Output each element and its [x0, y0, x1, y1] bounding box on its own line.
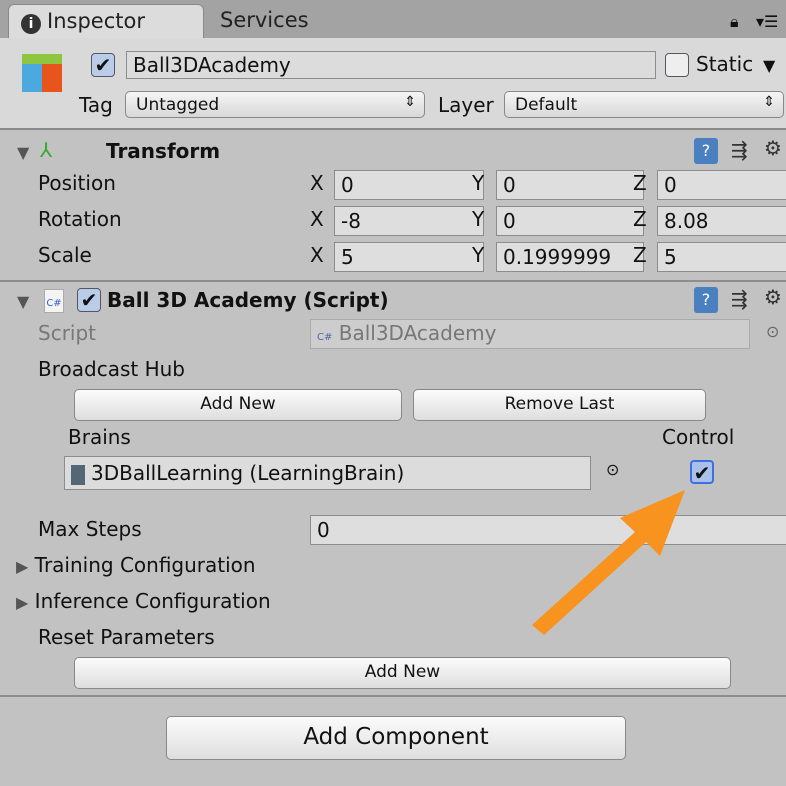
foldout-arrow-icon: ▶: [16, 593, 29, 612]
axis-label-y: Y: [472, 243, 485, 267]
inference-config-label: Inference Configuration: [34, 589, 271, 613]
static-dropdown-icon[interactable]: ▼: [763, 56, 775, 75]
tag-label: Tag: [79, 93, 113, 117]
transform-title: Transform: [106, 139, 221, 163]
tab-services[interactable]: Services: [208, 4, 321, 38]
help-icon[interactable]: ?: [694, 138, 718, 164]
foldout-arrow-icon: ▶: [16, 557, 29, 576]
tab-inspector[interactable]: i Inspector: [8, 4, 204, 38]
active-checkbox[interactable]: ✔: [91, 53, 115, 77]
reset-parameters-label: Reset Parameters: [38, 625, 215, 649]
info-icon: i: [21, 14, 41, 34]
transform-row-label: Scale: [38, 243, 92, 267]
transform-foldout[interactable]: ▼: [17, 143, 29, 162]
x-field[interactable]: -8: [334, 206, 484, 236]
academy-title: Ball 3D Academy (Script): [107, 288, 389, 312]
divider: [0, 695, 786, 697]
static-checkbox[interactable]: [665, 53, 689, 77]
training-config-foldout[interactable]: ▶ Training Configuration: [16, 553, 256, 577]
menu-icon[interactable]: ▾☰: [756, 12, 778, 31]
object-picker-icon[interactable]: ⊙: [766, 322, 779, 341]
transform-row-label: Rotation: [38, 207, 122, 231]
max-steps-label: Max Steps: [38, 517, 142, 541]
script-label: Script: [38, 321, 97, 345]
transform-row-label: Position: [38, 171, 116, 195]
layer-value: Default: [515, 95, 578, 115]
tab-bar: i Inspector Services 🔒︎ ▾☰: [0, 0, 786, 38]
updown-icon: ⇕: [404, 94, 416, 110]
control-checkbox[interactable]: ✔: [690, 460, 714, 484]
axis-label-y: Y: [472, 207, 485, 231]
axis-label-x: X: [310, 207, 324, 231]
csharp-icon: C#: [317, 332, 333, 343]
broadcast-hub-label: Broadcast Hub: [38, 357, 185, 381]
lock-icon[interactable]: 🔒︎: [730, 12, 739, 32]
z-field[interactable]: 8.08: [657, 206, 786, 236]
z-field[interactable]: 0: [657, 170, 786, 200]
brain-value: 3DBallLearning (LearningBrain): [91, 461, 405, 485]
y-field[interactable]: 0.1999999: [496, 242, 644, 272]
static-label: Static: [696, 52, 754, 76]
orange-arrow-annotation: [532, 490, 685, 635]
layer-dropdown[interactable]: Default ⇕: [504, 91, 784, 118]
axis-label-z: Z: [633, 243, 647, 267]
script-field: C# Ball3DAcademy: [310, 319, 750, 349]
tag-value: Untagged: [136, 95, 220, 115]
training-config-label: Training Configuration: [34, 553, 256, 577]
axis-label-z: Z: [633, 171, 647, 195]
y-field[interactable]: 0: [496, 170, 644, 200]
gear-icon[interactable]: ⚙: [764, 285, 782, 309]
help-icon[interactable]: ?: [694, 287, 718, 313]
y-field[interactable]: 0: [496, 206, 644, 236]
object-name-field[interactable]: Ball3DAcademy: [126, 51, 656, 79]
axis-label-y: Y: [472, 171, 485, 195]
x-field[interactable]: 5: [334, 242, 484, 272]
axis-label-z: Z: [633, 207, 647, 231]
axis-label-x: X: [310, 171, 324, 195]
updown-icon: ⇕: [763, 94, 775, 110]
brain-icon: [71, 464, 85, 485]
x-field[interactable]: 0: [334, 170, 484, 200]
csharp-script-icon: C#: [44, 289, 64, 313]
control-label: Control: [662, 425, 735, 449]
presets-icon[interactable]: ⇶: [731, 287, 748, 311]
script-enabled-checkbox[interactable]: ✔: [77, 288, 101, 312]
brains-label: Brains: [68, 425, 131, 449]
add-component-button[interactable]: Add Component: [166, 716, 626, 760]
presets-icon[interactable]: ⇶: [731, 138, 748, 162]
divider: [0, 280, 786, 282]
gameobject-cube-icon: [20, 54, 64, 94]
layer-label: Layer: [438, 93, 494, 117]
transform-icon: ⅄: [40, 138, 53, 162]
z-field[interactable]: 5: [657, 242, 786, 272]
brain-field[interactable]: 3DBallLearning (LearningBrain): [64, 456, 591, 490]
axis-label-x: X: [310, 243, 324, 267]
tag-dropdown[interactable]: Untagged ⇕: [125, 91, 425, 118]
script-value: Ball3DAcademy: [338, 321, 497, 345]
object-header: ✔ Ball3DAcademy Static ▼ Tag Untagged ⇕ L…: [0, 38, 786, 130]
academy-foldout[interactable]: ▼: [17, 292, 29, 311]
reset-add-new-button[interactable]: Add New: [74, 657, 731, 689]
remove-last-button[interactable]: Remove Last: [413, 389, 706, 421]
gear-icon[interactable]: ⚙: [764, 136, 782, 160]
hub-add-new-button[interactable]: Add New: [74, 389, 402, 421]
inference-config-foldout[interactable]: ▶ Inference Configuration: [16, 589, 271, 613]
